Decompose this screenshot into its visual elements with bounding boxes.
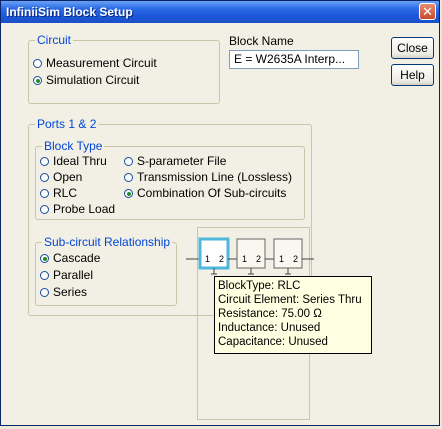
tooltip-capacitance: Capacitance: Unused [218, 336, 328, 348]
block-port2-label: 2 [256, 254, 261, 264]
block-port1-label: 1 [279, 254, 284, 264]
tooltip-inductance: Inductance: Unused [218, 322, 321, 334]
tooltip-circuit-element: Circuit Element: Series Thru [218, 294, 362, 306]
block-tooltip: BlockType: RLC Circuit Element: Series T… [214, 276, 372, 354]
tooltip-resistance: Resistance: 75.00 Ω [218, 308, 322, 320]
block-port1-label: 1 [205, 254, 210, 264]
block-port1-label: 1 [242, 254, 247, 264]
dialog-window: InfiniiSim Block Setup ✕ Circuit Measure… [0, 0, 440, 426]
tooltip-block-type: BlockType: RLC [218, 280, 301, 292]
block-port2-label: 2 [219, 254, 224, 264]
sub-circuit-diagram: 121212 [186, 237, 314, 275]
block-port2-label: 2 [293, 254, 298, 264]
